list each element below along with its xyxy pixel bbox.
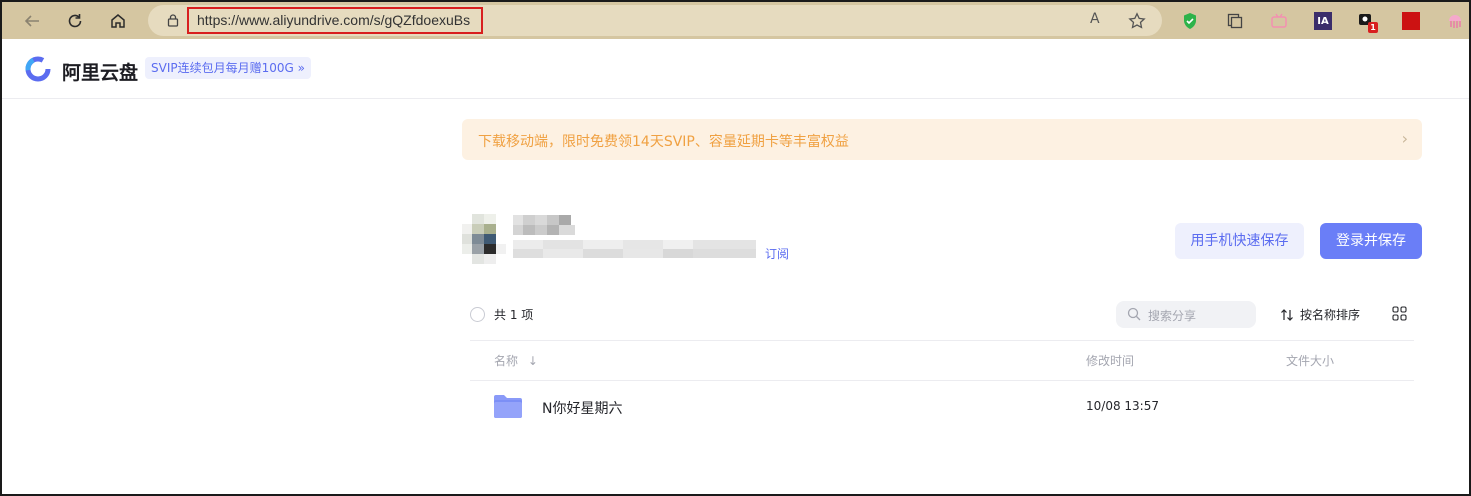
svip-promo-button[interactable]: SVIP连续包月每月赠100G » bbox=[145, 57, 311, 79]
notification-extension-icon[interactable]: 1 bbox=[1358, 12, 1378, 33]
download-promo-banner[interactable]: 下载移动端，限时免费领14天SVIP、容量延期卡等丰富权益 › bbox=[462, 119, 1422, 160]
folder-icon bbox=[494, 395, 522, 418]
select-all-checkbox[interactable] bbox=[470, 307, 485, 322]
item-count: 共 1 项 bbox=[494, 308, 534, 322]
column-modified-header[interactable]: 修改时间 bbox=[1086, 352, 1134, 369]
favorite-star-icon[interactable] bbox=[1128, 12, 1146, 30]
refresh-icon bbox=[68, 14, 82, 28]
save-by-phone-button[interactable]: 用手机快速保存 bbox=[1175, 223, 1304, 259]
read-aloud-icon[interactable]: A bbox=[1090, 11, 1100, 27]
home-button[interactable] bbox=[104, 7, 132, 35]
login-and-save-button[interactable]: 登录并保存 bbox=[1320, 223, 1422, 259]
url-text[interactable]: https://www.aliyundrive.com/s/gQZfdoexuB… bbox=[197, 12, 470, 28]
column-name-label: 名称 bbox=[494, 354, 519, 368]
home-icon bbox=[111, 14, 125, 28]
refresh-button[interactable] bbox=[61, 7, 89, 35]
app-header: 阿里云盘 SVIP连续包月每月赠100G » bbox=[2, 39, 1469, 99]
grid-view-icon[interactable] bbox=[1392, 306, 1407, 321]
ia-extension-icon[interactable]: IA bbox=[1314, 12, 1332, 30]
column-name-header[interactable]: 名称 ↓ bbox=[494, 352, 538, 369]
search-icon bbox=[1127, 307, 1141, 321]
sharer-name-redacted bbox=[513, 215, 575, 235]
subscribe-link[interactable]: 订阅 bbox=[765, 245, 789, 262]
shield-extension-icon[interactable] bbox=[1181, 12, 1199, 30]
search-share-input[interactable]: 搜索分享 bbox=[1116, 301, 1256, 328]
file-name[interactable]: N你好星期六 bbox=[542, 398, 622, 418]
ia-extension-label: IA bbox=[1317, 15, 1329, 27]
sort-down-arrow-icon: ↓ bbox=[527, 354, 538, 368]
red-extension-icon[interactable] bbox=[1402, 12, 1420, 30]
jellyfish-extension-icon[interactable] bbox=[1446, 12, 1464, 30]
bilibili-extension-icon[interactable] bbox=[1270, 12, 1288, 30]
share-description-redacted bbox=[513, 240, 756, 258]
lock-icon bbox=[167, 14, 179, 27]
sort-label: 按名称排序 bbox=[1300, 308, 1361, 322]
aliyundrive-logo-icon[interactable] bbox=[24, 55, 52, 83]
browser-toolbar: A https://www.aliyundrive.com/s/gQZfdoex… bbox=[2, 2, 1469, 39]
sort-by-name-button[interactable]: 按名称排序 bbox=[1280, 306, 1360, 323]
app-name[interactable]: 阿里云盘 bbox=[62, 58, 138, 85]
header-divider bbox=[470, 340, 1414, 341]
sort-icon bbox=[1281, 308, 1293, 321]
back-button[interactable] bbox=[18, 7, 46, 35]
file-modified-time: 10/08 13:57 bbox=[1086, 399, 1159, 413]
column-size-header[interactable]: 文件大小 bbox=[1286, 352, 1334, 369]
collections-extension-icon[interactable] bbox=[1226, 12, 1244, 30]
sharer-avatar bbox=[462, 214, 506, 264]
notification-badge: 1 bbox=[1368, 22, 1378, 33]
banner-text: 下载移动端，限时免费领14天SVIP、容量延期卡等丰富权益 bbox=[478, 134, 849, 150]
search-placeholder: 搜索分享 bbox=[1148, 309, 1197, 323]
column-divider bbox=[470, 380, 1414, 381]
chevron-right-icon: › bbox=[1401, 129, 1408, 148]
back-arrow-icon bbox=[24, 15, 39, 27]
